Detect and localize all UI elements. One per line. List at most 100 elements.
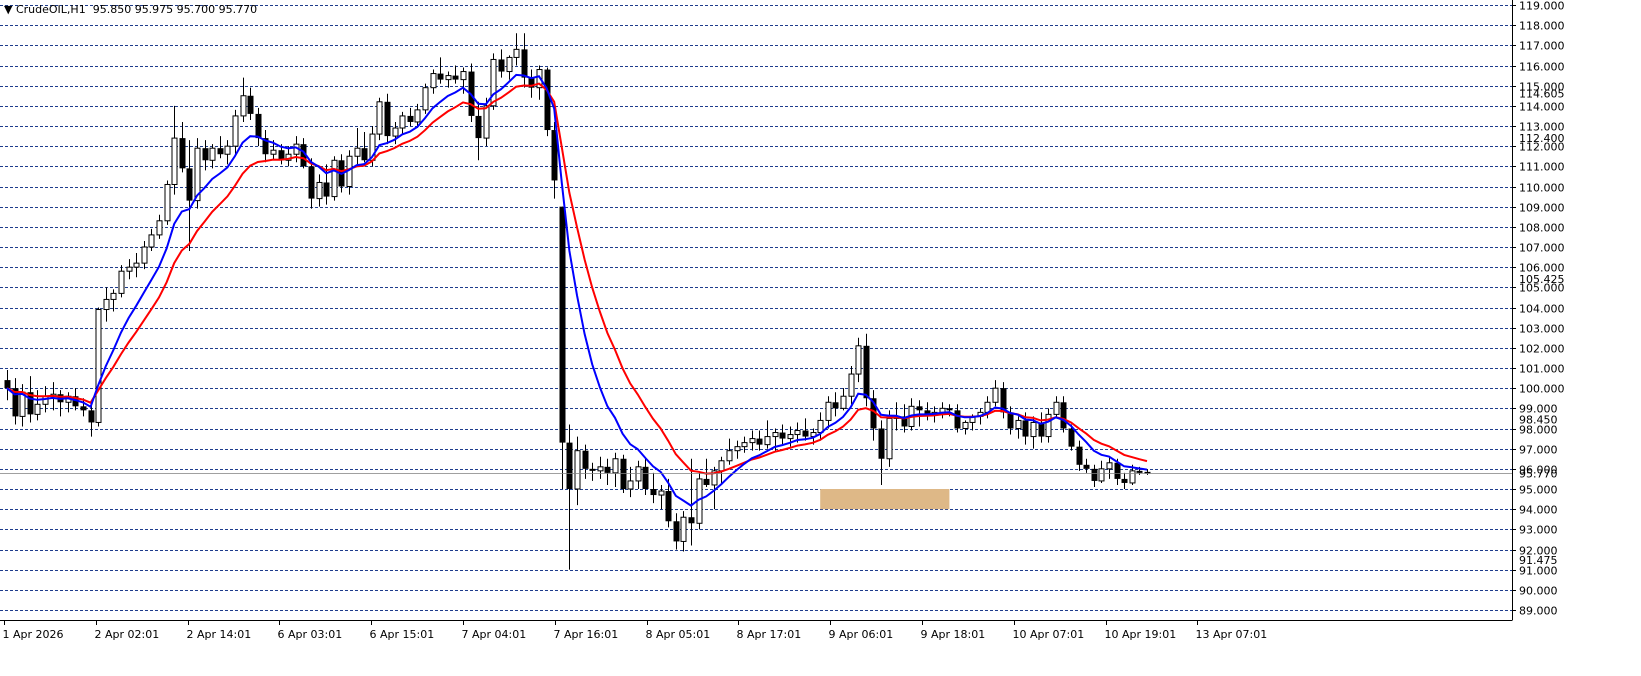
y-tick-label: 101.000 bbox=[1519, 363, 1565, 376]
candle-body-bull bbox=[855, 345, 862, 375]
price-axis[interactable]: 119.000118.000117.000116.000115.000114.0… bbox=[1512, 0, 1565, 618]
candle-body-bull bbox=[1053, 401, 1060, 415]
chart-background bbox=[0, 0, 1568, 646]
candle-body-bear bbox=[308, 166, 315, 199]
candle-body-bear bbox=[688, 517, 695, 524]
x-tick-label: 1 Apr 2026 bbox=[3, 628, 64, 641]
candle-body-bull bbox=[270, 149, 277, 155]
candle-body-bear bbox=[566, 442, 573, 489]
candle-body-bull bbox=[171, 137, 178, 185]
y-tick-label: 102.000 bbox=[1519, 343, 1565, 356]
candle-body-bull bbox=[164, 183, 171, 222]
price-level-label: 95.770 bbox=[1519, 467, 1558, 480]
candle-body-bear bbox=[437, 73, 444, 80]
candle-body-bull bbox=[764, 436, 771, 446]
candle-body-bull bbox=[110, 292, 117, 300]
candle-body-bear bbox=[878, 428, 885, 459]
x-tick-label: 2 Apr 14:01 bbox=[187, 628, 252, 641]
candle-body-bear bbox=[217, 148, 224, 155]
candle-body-bull bbox=[34, 403, 41, 415]
candle-body-bull bbox=[627, 480, 634, 490]
y-tick-label: 95.000 bbox=[1519, 484, 1558, 497]
candle-body-bull bbox=[209, 147, 216, 161]
chart-header: ▼ CrudeOIL,H1 95.850 95.975 95.700 95.77… bbox=[4, 3, 257, 16]
price-level-label: 105.425 bbox=[1519, 273, 1565, 286]
y-tick-label: 110.000 bbox=[1519, 182, 1565, 195]
candle-body-bear bbox=[559, 206, 566, 443]
candle-body-bear bbox=[703, 478, 710, 485]
x-tick-label: 10 Apr 07:01 bbox=[1013, 628, 1085, 641]
candle-body-bear bbox=[650, 489, 657, 496]
ohlc-values: 95.850 95.975 95.700 95.770 bbox=[92, 3, 258, 16]
candlestick-chart: 119.000118.000117.000116.000115.000114.0… bbox=[0, 0, 1568, 646]
chart-window: 119.000 118.000 117.000 116.000 115.000 114.0… bbox=[0, 0, 1568, 646]
x-tick-label: 9 Apr 18:01 bbox=[921, 628, 986, 641]
candle-body-bear bbox=[1068, 428, 1075, 447]
x-tick-label: 2 Apr 02:01 bbox=[95, 628, 160, 641]
candle-body-bull bbox=[734, 446, 741, 452]
candle-body-bear bbox=[946, 408, 953, 411]
candle-body-bear bbox=[620, 458, 627, 489]
candle-body-bull bbox=[95, 309, 102, 423]
candle-body-bear bbox=[642, 466, 649, 489]
x-tick-label: 7 Apr 16:01 bbox=[554, 628, 619, 641]
candle-body-bear bbox=[247, 95, 254, 114]
candle-body-bull bbox=[992, 387, 999, 403]
candle-body-bull bbox=[460, 71, 467, 81]
candle-body-bear bbox=[1007, 412, 1014, 429]
candle-body-bear bbox=[361, 148, 368, 161]
candle-body-bear bbox=[186, 168, 193, 201]
candle-body-bull bbox=[787, 434, 794, 440]
candle-body-bull bbox=[513, 48, 520, 58]
candle-body-bear bbox=[4, 380, 11, 389]
y-tick-label: 111.000 bbox=[1519, 161, 1565, 174]
candle-body-bear bbox=[1091, 468, 1098, 481]
candle-body-bear bbox=[88, 410, 95, 423]
y-tick-label: 94.000 bbox=[1519, 504, 1558, 517]
candle-body-bull bbox=[224, 145, 231, 155]
candle-body-bear bbox=[756, 438, 763, 445]
candle-body-bull bbox=[42, 395, 49, 405]
candle-body-bull bbox=[506, 56, 513, 73]
dropdown-triangle-icon[interactable]: ▼ bbox=[4, 3, 12, 16]
candle-body-bull bbox=[483, 105, 490, 139]
y-tick-label: 119.000 bbox=[1519, 0, 1565, 13]
candle-body-bear bbox=[1136, 470, 1143, 473]
y-tick-label: 114.000 bbox=[1519, 101, 1565, 114]
y-tick-label: 107.000 bbox=[1519, 242, 1565, 255]
candle-body-bear bbox=[255, 113, 262, 139]
candle-body-bull bbox=[354, 147, 361, 157]
y-tick-label: 90.000 bbox=[1519, 585, 1558, 598]
candle-body-bull bbox=[430, 73, 437, 89]
candle-body-bear bbox=[179, 138, 186, 169]
x-tick-label: 8 Apr 17:01 bbox=[737, 628, 802, 641]
candle-body-bull bbox=[141, 246, 148, 264]
y-tick-label: 117.000 bbox=[1519, 40, 1565, 53]
candle-body-bull bbox=[749, 438, 756, 444]
candle-body-bull bbox=[376, 101, 383, 135]
x-tick-label: 7 Apr 04:01 bbox=[462, 628, 527, 641]
candle-body-bear bbox=[1076, 446, 1083, 465]
candle-body-bear bbox=[673, 521, 680, 542]
candle-body-bull bbox=[962, 421, 969, 430]
candle-body-bear bbox=[1114, 462, 1121, 479]
candle-body-bear bbox=[384, 101, 391, 137]
candle-body-bull bbox=[103, 298, 110, 311]
candle-body-bear bbox=[407, 115, 414, 122]
y-tick-label: 100.000 bbox=[1519, 383, 1565, 396]
candle-body-bear bbox=[202, 148, 209, 161]
candle-body-bull bbox=[331, 159, 338, 198]
candle-body-bull bbox=[232, 115, 239, 147]
candle-body-bear bbox=[1060, 402, 1067, 429]
y-tick-label: 118.000 bbox=[1519, 20, 1565, 33]
candle-body-bull bbox=[133, 262, 140, 268]
candle-body-bear bbox=[604, 466, 611, 473]
candle-body-bull bbox=[658, 490, 665, 496]
candle-body-bull bbox=[490, 58, 497, 107]
candle-body-bull bbox=[848, 373, 855, 397]
candle-body-bear bbox=[323, 182, 330, 197]
candle-body-bull bbox=[148, 234, 155, 248]
y-tick-label: 116.000 bbox=[1519, 61, 1565, 74]
candle-body-bear bbox=[954, 410, 961, 429]
candle-body-bull bbox=[1030, 421, 1037, 438]
